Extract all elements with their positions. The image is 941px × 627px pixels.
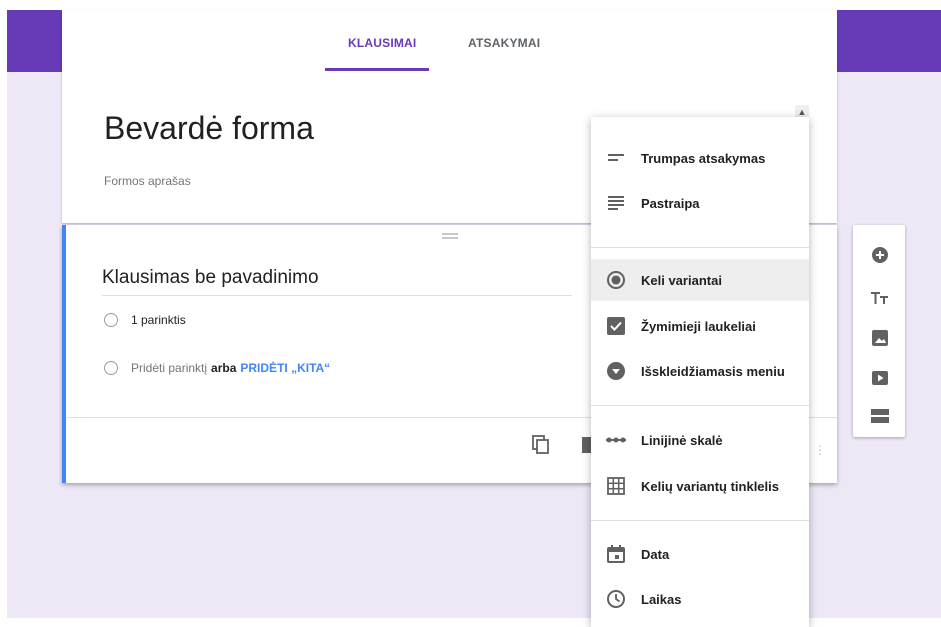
radio-selected-icon — [606, 270, 626, 290]
duplicate-icon[interactable] — [532, 435, 550, 455]
menu-item-label: Linijinė skalė — [641, 432, 723, 448]
option-row: 1 parinktis — [104, 313, 186, 327]
clock-icon — [606, 589, 626, 609]
tab-bar: KLAUSIMAI ATSAKYMAI — [62, 10, 837, 72]
radio-icon — [104, 361, 118, 375]
menu-item-grid[interactable]: Kelių variantų tinklelis — [591, 465, 809, 507]
menu-divider — [591, 405, 809, 406]
form-title[interactable]: Bevardė forma — [104, 110, 314, 147]
active-tab-indicator — [325, 68, 429, 71]
add-option-row: Pridėti parinktį arba PRIDĖTI „KITA“ — [104, 361, 330, 375]
section-icon[interactable] — [870, 406, 890, 426]
linear-scale-icon — [606, 430, 626, 450]
option-label[interactable]: 1 parinktis — [131, 313, 186, 327]
page-background: KLAUSIMAI ATSAKYMAI Bevardė forma Formos… — [7, 10, 941, 627]
menu-divider — [591, 247, 809, 248]
drag-handle-icon[interactable] — [442, 233, 458, 239]
menu-item-label: Išskleidžiamasis meniu — [641, 363, 785, 379]
menu-item-linear-scale[interactable]: Linijinė skalė — [591, 419, 809, 461]
menu-item-label: Pastraipa — [641, 195, 700, 211]
menu-item-label: Kelių variantų tinklelis — [641, 478, 779, 494]
menu-item-label: Žymimieji laukeliai — [641, 318, 756, 334]
menu-item-dropdown[interactable]: Išskleidžiamasis meniu — [591, 350, 809, 392]
grid-icon — [606, 476, 626, 496]
calendar-icon — [606, 544, 626, 564]
image-icon[interactable] — [870, 328, 890, 348]
menu-item-label: Keli variantai — [641, 272, 722, 288]
tab-responses[interactable]: ATSAKYMAI — [468, 36, 540, 50]
add-toolbar — [853, 225, 905, 437]
question-title[interactable]: Klausimas be pavadinimo — [102, 267, 572, 296]
title-icon[interactable] — [870, 288, 890, 308]
menu-item-date[interactable]: Data — [591, 533, 809, 575]
question-type-menu: Trumpas atsakymas Pastraipa Keli variant… — [591, 117, 809, 627]
checkbox-icon — [606, 316, 626, 336]
short-text-icon — [606, 148, 626, 168]
menu-item-label: Data — [641, 546, 670, 562]
or-label: arba — [211, 361, 237, 375]
menu-item-time[interactable]: Laikas — [591, 578, 809, 620]
radio-icon — [104, 313, 118, 327]
menu-divider — [591, 520, 809, 521]
add-option-link[interactable]: Pridėti parinktį — [131, 361, 207, 375]
menu-item-label: Trumpas atsakymas — [641, 150, 766, 166]
menu-item-label: Laikas — [641, 591, 682, 607]
arrow-drop-down-circle-icon — [606, 361, 626, 381]
form-description[interactable]: Formos aprašas — [104, 174, 191, 188]
menu-item-short-answer[interactable]: Trumpas atsakymas — [591, 137, 809, 179]
menu-item-checkboxes[interactable]: Žymimieji laukeliai — [591, 305, 809, 347]
add-circle-icon[interactable] — [870, 245, 890, 265]
video-icon[interactable] — [870, 368, 890, 388]
menu-item-multiple-choice[interactable]: Keli variantai — [591, 259, 809, 301]
add-other-link[interactable]: PRIDĖTI „KITA“ — [240, 361, 330, 375]
tab-questions[interactable]: KLAUSIMAI — [348, 36, 416, 50]
menu-item-paragraph[interactable]: Pastraipa — [591, 182, 809, 224]
more-vert-icon[interactable]: ⋮ — [814, 443, 826, 457]
paragraph-icon — [606, 193, 626, 213]
